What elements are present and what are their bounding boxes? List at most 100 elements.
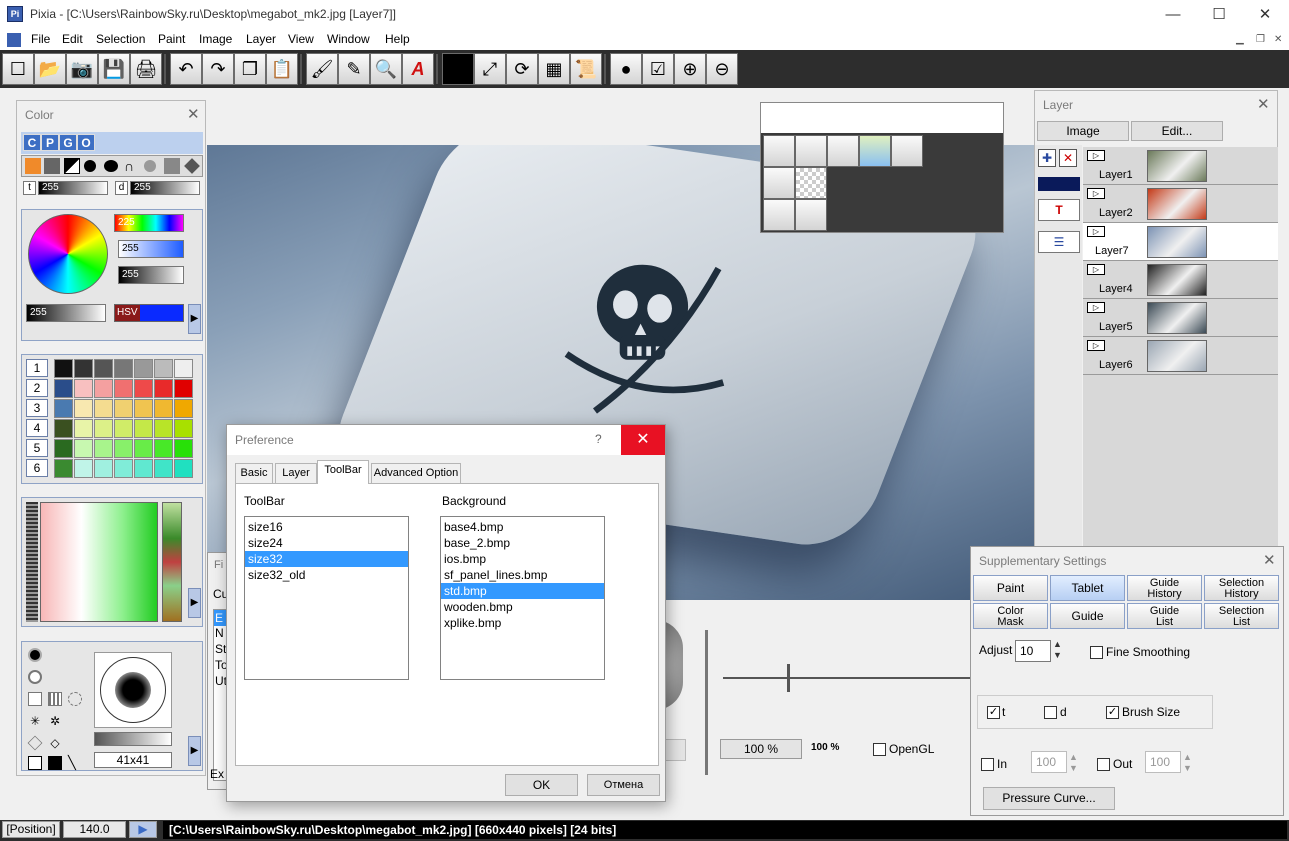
- tab-advanced-option[interactable]: Advanced Option: [371, 463, 461, 483]
- checklist-icon[interactable]: ☑: [642, 53, 674, 85]
- dot-icon[interactable]: [84, 160, 96, 172]
- palette-swatch[interactable]: [94, 379, 113, 398]
- palette-swatch[interactable]: [54, 399, 73, 418]
- adjust-spinner[interactable]: 10: [1015, 640, 1051, 662]
- palette-swatch[interactable]: [114, 379, 133, 398]
- palette-tab-4[interactable]: 4: [26, 419, 48, 437]
- palette-swatch[interactable]: [134, 379, 153, 398]
- palette-tab-6[interactable]: 6: [26, 459, 48, 477]
- brush-round-icon[interactable]: [28, 648, 42, 662]
- bg-list-item[interactable]: St: [215, 642, 226, 656]
- palette-swatch[interactable]: [114, 359, 133, 378]
- bg-list-item[interactable]: N: [215, 626, 224, 640]
- layer-row[interactable]: ▷ Layer4: [1083, 261, 1278, 299]
- palette-swatch[interactable]: [134, 359, 153, 378]
- eyedropper-icon[interactable]: [25, 158, 41, 174]
- gradient-stops[interactable]: [162, 502, 182, 622]
- brush-snow-icon[interactable]: ✲: [48, 714, 62, 728]
- palette-swatch[interactable]: [94, 359, 113, 378]
- mdi-doc-icon[interactable]: [7, 33, 21, 47]
- layer-visibility-icon[interactable]: ▷: [1087, 264, 1105, 275]
- frame-tool-icon[interactable]: [891, 135, 923, 167]
- toolbar-list-item[interactable]: size16: [245, 519, 408, 535]
- palette-swatch[interactable]: [154, 439, 173, 458]
- minimize-button[interactable]: —: [1150, 0, 1196, 30]
- bg-dialog-list[interactable]: E N St To Ut: [213, 609, 228, 781]
- layer-visibility-icon[interactable]: ▷: [1087, 226, 1105, 237]
- d-slider[interactable]: 255: [130, 181, 200, 195]
- brush-hardness-slider[interactable]: [94, 732, 172, 746]
- brush-size-checkbox[interactable]: ✓: [1106, 706, 1119, 719]
- play-icon[interactable]: ▶: [129, 821, 157, 838]
- toolbar-list-item[interactable]: size24: [245, 535, 408, 551]
- palette-swatch[interactable]: [154, 419, 173, 438]
- palette-swatch[interactable]: [174, 379, 193, 398]
- palette-swatch[interactable]: [174, 419, 193, 438]
- mode-c-button[interactable]: C: [23, 134, 41, 151]
- palette-swatch[interactable]: [134, 439, 153, 458]
- palette-swatch[interactable]: [54, 419, 73, 438]
- supp-selection-list-button[interactable]: Selection List: [1204, 603, 1279, 629]
- delete-layer-icon[interactable]: ✕: [1059, 149, 1077, 167]
- ok-button[interactable]: OK: [505, 774, 578, 796]
- mdi-minimize-icon[interactable]: ▁: [1236, 34, 1244, 45]
- menu-window[interactable]: Window: [327, 32, 370, 46]
- saturation-slider[interactable]: 255: [118, 240, 184, 258]
- gradient-preview[interactable]: [40, 502, 158, 622]
- palette-swatch[interactable]: [154, 359, 173, 378]
- mdi-restore-icon[interactable]: ❐: [1256, 34, 1265, 45]
- tab-basic[interactable]: Basic: [235, 463, 273, 483]
- color-ball-icon[interactable]: ●: [610, 53, 642, 85]
- close-button[interactable]: ✕: [1242, 0, 1288, 30]
- add-layer-icon[interactable]: ✚: [1038, 149, 1056, 167]
- redo-icon[interactable]: ↷: [202, 53, 234, 85]
- brush-ring-icon[interactable]: [68, 692, 82, 706]
- in-checkbox[interactable]: [981, 758, 994, 771]
- palette-swatch[interactable]: [114, 399, 133, 418]
- layer-list-icon[interactable]: ☰: [1038, 231, 1080, 253]
- supp-guide-history-button[interactable]: Guide History: [1127, 575, 1202, 601]
- palette-swatch[interactable]: [94, 439, 113, 458]
- supp-tablet-button[interactable]: Tablet: [1050, 575, 1125, 601]
- color-wheel[interactable]: [28, 214, 108, 294]
- background-list-item[interactable]: wooden.bmp: [441, 599, 604, 615]
- in-spin-arrows-icon[interactable]: ▲ ▼: [1069, 752, 1078, 774]
- brush-diamond-icon[interactable]: [27, 735, 43, 751]
- transparency-icon[interactable]: [795, 167, 827, 199]
- layer-panel-close-button[interactable]: ✕: [1257, 95, 1270, 113]
- mode-g-button[interactable]: G: [59, 134, 77, 151]
- zoom-in-icon[interactable]: ⊕: [674, 53, 706, 85]
- paste-icon[interactable]: 📋: [266, 53, 298, 85]
- palette-swatch[interactable]: [154, 379, 173, 398]
- zoom-slider-track[interactable]: [723, 677, 970, 679]
- layer-row[interactable]: ▷ Layer2: [1083, 185, 1278, 223]
- t-checkbox[interactable]: ✓: [987, 706, 1000, 719]
- palette-swatch[interactable]: [174, 439, 193, 458]
- palette-swatch[interactable]: [74, 459, 93, 478]
- palette-swatch[interactable]: [54, 359, 73, 378]
- gradient-tool-icon[interactable]: [859, 135, 891, 167]
- eraser-icon[interactable]: [184, 158, 200, 174]
- mode-o-button[interactable]: O: [77, 134, 95, 151]
- layer-edit-button[interactable]: Edit...: [1131, 121, 1223, 141]
- camera-icon[interactable]: 📷: [66, 53, 98, 85]
- hue-slider[interactable]: 225: [114, 214, 184, 232]
- zoom-out-icon[interactable]: ⊖: [706, 53, 738, 85]
- palette-swatch[interactable]: [74, 379, 93, 398]
- brush-cross-icon[interactable]: ◇: [48, 736, 62, 750]
- layer-row[interactable]: ▷ Layer5: [1083, 299, 1278, 337]
- pen-icon[interactable]: ✎: [338, 53, 370, 85]
- new-icon[interactable]: ☐: [2, 53, 34, 85]
- deselect-icon[interactable]: [763, 167, 795, 199]
- zoom-value-box[interactable]: 100 %: [720, 739, 802, 759]
- magnifier-icon[interactable]: 🔍: [370, 53, 402, 85]
- rotate-icon[interactable]: ⟳: [506, 53, 538, 85]
- background-list-item[interactable]: ios.bmp: [441, 551, 604, 567]
- layer-visibility-icon[interactable]: ▷: [1087, 188, 1105, 199]
- palette-swatch[interactable]: [54, 459, 73, 478]
- pressure-curve-button[interactable]: Pressure Curve...: [983, 787, 1115, 810]
- layer-visibility-icon[interactable]: ▷: [1087, 340, 1105, 351]
- brush-expand-icon[interactable]: ▶: [188, 736, 201, 766]
- pen-tool-icon[interactable]: [763, 135, 795, 167]
- menu-image[interactable]: Image: [199, 32, 232, 46]
